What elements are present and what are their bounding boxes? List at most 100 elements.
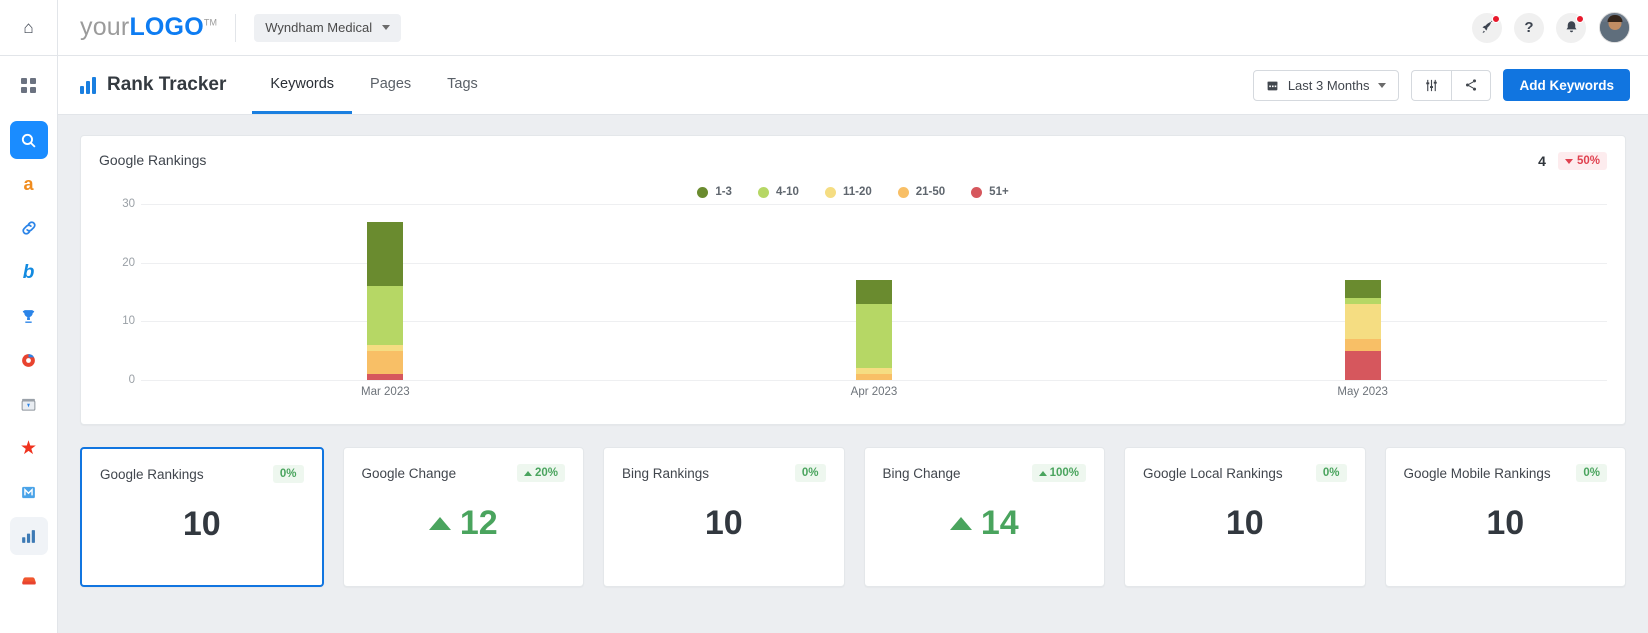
page-header-left: Rank Tracker Keywords Pages Tags [80,56,496,114]
kpi-card-google-local-rankings[interactable]: Google Local Rankings 0% 10 [1124,447,1366,587]
page-title: Rank Tracker [80,74,226,96]
rail-item-reporting[interactable] [9,517,48,555]
legend-label: 51+ [989,186,1009,198]
account-selector[interactable]: Wyndham Medical [254,13,402,42]
rail-item-reviews[interactable]: ★ [10,429,48,467]
notifications-button[interactable] [1556,12,1586,43]
bar-segment-21-50[interactable] [367,350,404,375]
tab-pages[interactable]: Pages [352,56,429,114]
bar-segment-21-50[interactable] [1344,338,1381,351]
store-icon [21,398,36,411]
kpi-card-google-mobile-rankings[interactable]: Google Mobile Rankings 0% 10 [1384,447,1626,587]
account-name: Wyndham Medical [265,20,373,35]
triangle-down-icon [1564,158,1573,164]
rocket-button[interactable] [1472,12,1502,43]
bar-segment-1-3[interactable] [856,280,892,304]
legend-item-51+[interactable]: 51+ [971,186,1009,198]
bell-icon [1566,21,1576,33]
kpi-card-bing-change[interactable]: Bing Change 100% 14 [863,447,1105,587]
bar-segment-4-10[interactable] [367,286,404,345]
kpi-card-header: Bing Rankings 0% [622,464,826,482]
bar-segment-4-10[interactable] [856,303,892,369]
link-icon [21,221,36,235]
kpi-change-badge: 0% [794,464,826,482]
kpi-value: 10 [100,505,304,544]
rail-item-local[interactable] [10,561,48,599]
x-axis-tick-label: Mar 2023 [361,386,410,398]
logo-tm: TM [203,17,218,28]
legend-swatch-icon [897,186,909,198]
tab-keywords-label: Keywords [270,75,335,92]
kpi-value-number: 10 [1225,504,1264,542]
help-button[interactable]: ? [1514,12,1544,43]
rail-item-mail[interactable] [10,473,48,511]
app-root: ⌂ a b ★ yourLOGOTM Wyndham Medical ? Ran… [0,0,1648,633]
kpi-card-header: Google Rankings 0% [100,465,304,483]
share-button[interactable] [1451,69,1492,101]
date-range-selector[interactable]: Last 3 Months [1252,69,1400,101]
tab-keywords[interactable]: Keywords [252,56,353,114]
legend-label: 21-50 [915,186,946,198]
rail-home-slot[interactable]: ⌂ [0,0,58,56]
bar-group-mar-2023[interactable] [367,221,404,380]
kpi-change-value: 0% [1583,467,1600,479]
bar-group-apr-2023[interactable] [856,280,892,380]
page-header-actions: Last 3 Months Add Keywords [1252,56,1630,114]
legend-item-1-3[interactable]: 1-3 [697,186,732,198]
rail-item-store[interactable] [10,385,48,423]
chart-plot-area: 30 20 10 0 Mar 2023 Apr 2023 May 2023 [99,198,1607,409]
kpi-card-header: Bing Change 100% [883,464,1086,482]
kpi-value-number: 12 [459,504,498,542]
brand-logo[interactable]: yourLOGOTM [80,13,217,42]
legend-item-21-50[interactable]: 21-50 [897,186,946,198]
home-icon[interactable]: ⌂ [23,18,33,38]
rank-tracker-icon [80,76,96,94]
kpi-label: Google Mobile Rankings [1403,465,1551,481]
bar-segment-51+[interactable] [1344,350,1381,380]
rail-item-search[interactable] [9,121,48,159]
tab-pages-label: Pages [370,75,412,92]
legend-item-4-10[interactable]: 4-10 [757,186,799,198]
chevron-down-icon [1378,82,1387,88]
y-axis-tick-label: 30 [122,198,135,210]
bar-group-may-2023[interactable] [1344,280,1381,380]
chevron-down-icon [382,25,391,30]
kpi-card-bing-rankings[interactable]: Bing Rankings 0% 10 [603,447,845,587]
kpi-change-value: 20% [534,467,558,479]
rail-item-bing[interactable]: b [10,253,48,291]
rail-apps-slot[interactable] [0,56,58,115]
kpi-card-google-rankings[interactable]: Google Rankings 0% 10 [80,447,324,587]
apps-grid-icon[interactable] [21,78,36,93]
sliders-icon [1426,79,1438,91]
avatar[interactable] [1599,12,1630,43]
legend-label: 11-20 [842,186,872,198]
share-icon [1466,79,1477,91]
tab-tags[interactable]: Tags [429,56,496,114]
add-keywords-button[interactable]: Add Keywords [1503,69,1630,101]
y-axis-tick-label: 0 [128,374,135,386]
kpi-card-header: Google Local Rankings 0% [1143,464,1347,482]
rail-item-rankings[interactable] [10,297,48,335]
kpi-card-header: Google Change 20% [362,464,565,482]
kpi-card-google-change[interactable]: Google Change 20% 12 [342,447,584,587]
bar-segment-1-3[interactable] [367,221,404,287]
legend-item-11-20[interactable]: 11-20 [824,186,872,198]
rail-item-links[interactable] [10,209,48,247]
kpi-change-badge: 0% [272,465,304,483]
bar-segment-51+[interactable] [367,374,404,380]
rail-item-amazon[interactable]: a [10,165,48,203]
globe-icon [22,353,35,367]
bar-segment-1-3[interactable] [1344,280,1381,298]
page-tabs: Keywords Pages Tags [252,56,495,114]
filters-button[interactable] [1411,69,1452,101]
rail-item-globe[interactable] [10,341,48,379]
kpi-value-number: 10 [1486,504,1525,542]
chart-change-badge: 50% [1557,152,1607,170]
bar-segment-21-50[interactable] [856,374,892,380]
triangle-up-icon [1038,470,1047,476]
x-axis-tick-label: Apr 2023 [850,386,898,398]
bar-segment-11-20[interactable] [1344,303,1381,339]
triangle-up-icon [949,517,972,530]
kpi-value: 12 [362,504,566,543]
kpi-change-badge: 0% [1315,464,1347,482]
